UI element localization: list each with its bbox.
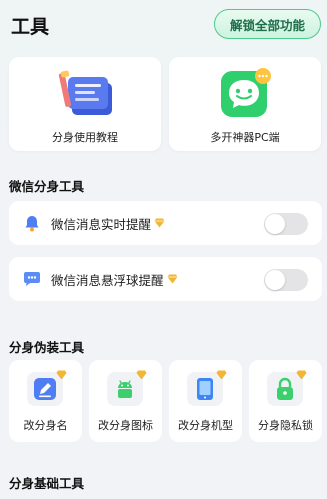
- rename-clone-label: 改分身名: [23, 419, 68, 432]
- privacy-lock-card[interactable]: 分身隐私锁: [249, 360, 322, 442]
- vip-diamond-icon: [167, 274, 178, 284]
- toggle-knob: [265, 270, 285, 290]
- change-icon-label: 改分身图标: [98, 419, 153, 432]
- tutorial-book-icon: [58, 70, 112, 115]
- tutorial-card-label: 分身使用教程: [52, 131, 118, 144]
- disguise-section-title: 分身伪装工具: [9, 340, 85, 355]
- floating-ball-reminder-row[interactable]: 微信消息悬浮球提醒: [9, 257, 322, 301]
- wechat-section-title: 微信分身工具: [9, 179, 85, 194]
- pc-client-card[interactable]: 多开神器PC端: [169, 57, 321, 151]
- realtime-reminder-row[interactable]: 微信消息实时提醒: [9, 201, 322, 245]
- change-model-card[interactable]: 改分身机型: [169, 360, 242, 442]
- change-model-label: 改分身机型: [178, 419, 233, 432]
- change-icon-card[interactable]: 改分身图标: [89, 360, 162, 442]
- bell-icon: [22, 213, 42, 233]
- basic-section-title: 分身基础工具: [9, 476, 85, 491]
- unlock-all-button[interactable]: 解锁全部功能: [214, 9, 321, 39]
- privacy-lock-label: 分身隐私锁: [258, 419, 313, 432]
- chat-bubble-icon: [221, 68, 271, 117]
- page-title: 工具: [11, 16, 50, 38]
- rename-clone-card[interactable]: 改分身名: [9, 360, 82, 442]
- toggle-knob: [265, 214, 285, 234]
- vip-diamond-icon: [56, 370, 67, 380]
- vip-diamond-icon: [154, 218, 165, 228]
- floating-ball-reminder-toggle[interactable]: [264, 269, 308, 291]
- floating-ball-reminder-label: 微信消息悬浮球提醒: [51, 272, 164, 288]
- vip-diamond-icon: [216, 370, 227, 380]
- tutorial-card[interactable]: 分身使用教程: [9, 57, 161, 151]
- realtime-reminder-toggle[interactable]: [264, 213, 308, 235]
- vip-diamond-icon: [296, 370, 307, 380]
- pc-client-card-label: 多开神器PC端: [210, 131, 280, 144]
- floating-ball-icon: [22, 269, 42, 289]
- vip-diamond-icon: [136, 370, 147, 380]
- realtime-reminder-label: 微信消息实时提醒: [51, 216, 152, 232]
